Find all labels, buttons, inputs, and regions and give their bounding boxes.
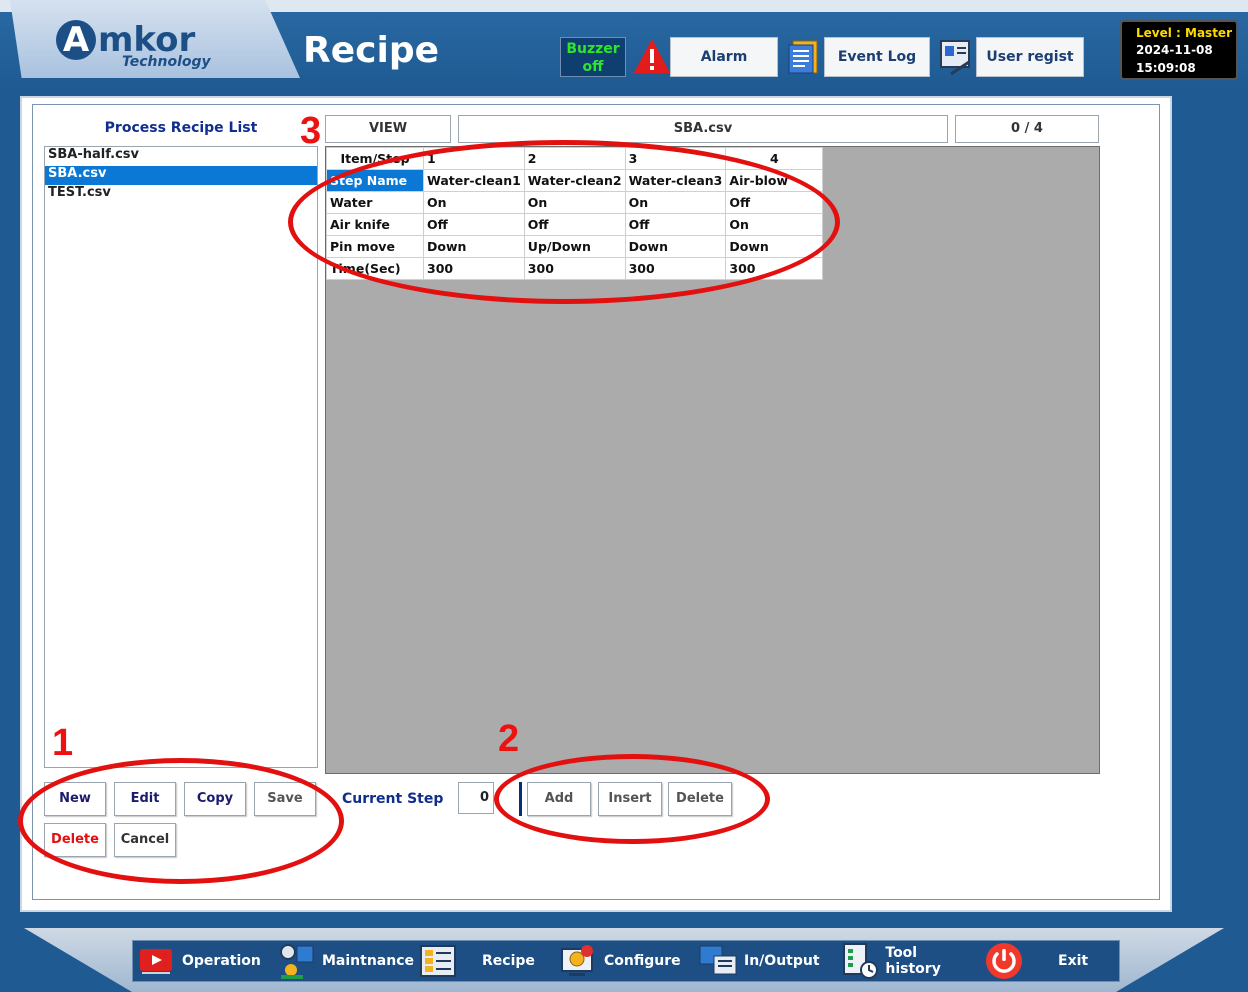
- current-date: 2024-11-08: [1136, 43, 1213, 57]
- in-output-icon: [698, 942, 738, 980]
- recipe-list-item-selected[interactable]: SBA.csv: [45, 166, 317, 185]
- current-step-field[interactable]: 0: [458, 782, 494, 814]
- nav-recipe[interactable]: Recipe: [418, 940, 554, 982]
- annotation-number-1: 1: [52, 722, 74, 764]
- view-mode-box: VIEW: [325, 115, 451, 143]
- level-datetime-box: Level : Master 2024-11-08 15:09:08: [1120, 20, 1238, 80]
- nav-in-output-label: In/Output: [744, 953, 820, 969]
- alarm-icon[interactable]: [630, 37, 674, 77]
- maintenance-icon: [276, 942, 316, 980]
- buzzer-state: off: [582, 59, 604, 75]
- nav-configure[interactable]: Configure: [558, 940, 694, 982]
- recipe-list-item[interactable]: TEST.csv: [45, 185, 317, 204]
- nav-configure-label: Configure: [604, 953, 681, 969]
- nav-exit-label: Exit: [1058, 953, 1089, 969]
- nav-tool-history[interactable]: Tool history: [840, 940, 976, 982]
- annotation-ring-1: [18, 758, 344, 884]
- annotation-number-2: 2: [498, 718, 520, 760]
- annotation-ring-3: [288, 140, 840, 304]
- current-time: 15:09:08: [1136, 61, 1196, 75]
- current-step-label: Current Step: [342, 791, 444, 807]
- annotation-number-3: 3: [300, 110, 322, 152]
- nav-operation-label: Operation: [182, 953, 261, 969]
- alarm-button[interactable]: Alarm: [670, 37, 778, 77]
- amkor-logo-mark: A: [56, 20, 96, 60]
- user-level: Level : Master: [1136, 26, 1232, 40]
- annotation-ring-2: [494, 754, 770, 844]
- buzzer-label: Buzzer: [566, 41, 620, 57]
- nav-recipe-label: Recipe: [482, 953, 535, 969]
- recipe-list-item[interactable]: SBA-half.csv: [45, 147, 317, 166]
- amkor-logo-subtitle: Technology: [122, 54, 211, 70]
- user-regist-icon[interactable]: [934, 37, 978, 77]
- configure-icon: [558, 942, 598, 980]
- recipe-list[interactable]: SBA-half.csv SBA.csv TEST.csv: [44, 146, 318, 768]
- recipe-list-title: Process Recipe List: [104, 120, 258, 136]
- nav-maintnance[interactable]: Maintnance: [276, 940, 416, 982]
- event-log-button[interactable]: Event Log: [824, 37, 930, 77]
- nav-tool-history-label: Tool history: [885, 945, 941, 977]
- step-counter-box: 0 / 4: [955, 115, 1099, 143]
- page-title: Recipe: [303, 30, 440, 71]
- nav-in-output[interactable]: In/Output: [698, 940, 832, 982]
- tool-history-icon: [840, 942, 879, 980]
- nav-maintnance-label: Maintnance: [322, 953, 415, 969]
- nav-operation[interactable]: Operation: [136, 940, 268, 982]
- operation-icon: [136, 942, 176, 980]
- event-log-icon[interactable]: [782, 37, 826, 77]
- current-file-box: SBA.csv: [458, 115, 948, 143]
- recipe-icon: [418, 942, 458, 980]
- user-regist-button[interactable]: User regist: [976, 37, 1084, 77]
- nav-exit[interactable]: Exit: [984, 940, 1120, 982]
- power-icon: [984, 942, 1024, 980]
- buzzer-toggle[interactable]: Buzzer off: [560, 37, 626, 77]
